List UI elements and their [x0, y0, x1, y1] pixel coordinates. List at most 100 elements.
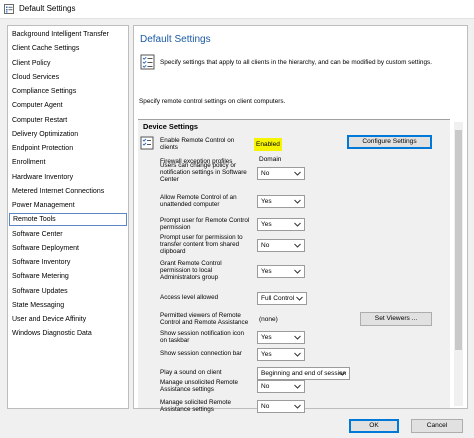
sidebar-item[interactable]: Software Inventory [9, 256, 127, 269]
permitted-label-line: Control and Remote Assistance [160, 319, 249, 326]
section-description: Specify remote control settings on clien… [139, 98, 286, 105]
dropdown-value: No [261, 383, 270, 390]
setting-label-line: on taskbar [160, 336, 190, 344]
setting-dropdown[interactable]: Beginning and end of session [257, 367, 350, 380]
setting-label: Show session notification icon on taskbar [160, 330, 244, 344]
page-title: Default Settings [140, 34, 211, 45]
setting-label: Grant Remote Control permission to local A… [160, 260, 222, 281]
setting-label-line: clipboard [160, 248, 186, 255]
sidebar-item[interactable]: Software Deployment [9, 242, 127, 255]
sidebar-item[interactable]: Software Center [9, 228, 127, 241]
setting-dropdown[interactable]: No [257, 400, 305, 413]
setting-label-line: Prompt user for Remote Control [160, 216, 250, 224]
setting-label: Prompt user for permission to transfer co… [160, 234, 243, 255]
dropdown-value: Yes [261, 198, 272, 205]
setting-label: Manage solicited Remote Assistance settin… [160, 399, 231, 413]
configure-settings-button[interactable]: Configure Settings [347, 135, 432, 149]
setting-label-line: Show session connection bar [160, 350, 242, 357]
setting-dropdown[interactable]: No [257, 167, 305, 180]
dropdown-value: Yes [261, 268, 272, 275]
setting-label-line: Allow Remote Control of an [160, 193, 237, 201]
sidebar-item[interactable]: User and Device Affinity [9, 313, 127, 326]
sidebar-item[interactable]: Remote Tools [9, 213, 127, 227]
sidebar-item[interactable]: Computer Restart [9, 114, 127, 127]
sidebar-item[interactable]: Delivery Optimization [9, 128, 127, 141]
setting-dropdown[interactable]: Yes [257, 331, 305, 344]
sidebar-item[interactable]: Client Policy [9, 57, 127, 70]
setting-label: Manage unsolicited Remote Assistance sett… [160, 379, 238, 393]
setting-label-line: Play a sound on client [160, 369, 222, 376]
sidebar-item[interactable]: Endpoint Protection [9, 142, 127, 155]
permitted-viewers-label: Permitted viewers of Remote Control and … [160, 312, 248, 326]
sidebar-item[interactable]: Hardware Inventory [9, 171, 127, 184]
sidebar-item[interactable]: Background Intelligent Transfer [9, 28, 127, 41]
setting-label-line: Center [160, 176, 179, 183]
chevron-down-icon [294, 352, 301, 357]
setting-label-line: notification settings in Software [160, 169, 247, 176]
setting-label: Access level allowed [160, 294, 218, 301]
chevron-down-icon [296, 296, 303, 301]
sidebar-item[interactable]: Client Cache Settings [9, 42, 127, 55]
setting-dropdown[interactable]: Yes [257, 265, 305, 278]
chevron-down-icon [294, 269, 301, 274]
setting-label-line: Show session notification icon [160, 329, 245, 337]
permitted-viewers-value: (none) [259, 316, 278, 323]
group-header: Device Settings [143, 122, 199, 131]
setting-label-line: transfer content from shared [160, 241, 240, 248]
scrollbar-thumb[interactable] [455, 130, 462, 350]
sidebar-item[interactable]: State Messaging [9, 299, 127, 312]
dropdown-value: No [261, 403, 270, 410]
setting-label-line: Grant Remote Control [160, 260, 222, 267]
setting-label-line: Manage solicited Remote [160, 398, 232, 406]
set-viewers-button[interactable]: Set Viewers ... [360, 312, 432, 326]
dropdown-value: Beginning and end of session [261, 370, 347, 377]
permitted-label-line: Permitted viewers of Remote [160, 312, 241, 319]
setting-label: Prompt user for Remote Control permission [160, 217, 249, 231]
setting-dropdown[interactable]: Yes [257, 218, 305, 231]
dropdown-value: Yes [261, 351, 272, 358]
chevron-down-icon [294, 171, 301, 176]
setting-label-line: Manage unsolicited Remote [160, 378, 239, 386]
setting-label-line: Access level allowed [160, 294, 219, 301]
cancel-button[interactable]: Cancel [411, 419, 463, 433]
setting-label-line: Assistance settings [160, 385, 214, 393]
setting-label: Play a sound on client [160, 369, 222, 376]
page-description: Specify settings that apply to all clien… [160, 59, 432, 66]
setting-dropdown[interactable]: No [257, 380, 305, 393]
remote-control-icon [140, 136, 154, 150]
dropdown-value: Yes [261, 221, 272, 228]
window-title: Default Settings [19, 4, 76, 13]
setting-dropdown[interactable]: Yes [257, 348, 305, 361]
setting-label-line: Prompt user for permission to [160, 234, 243, 241]
sidebar-item[interactable]: Enrollment [9, 156, 127, 169]
sidebar-item[interactable]: Software Metering [9, 270, 127, 283]
sidebar-item[interactable]: Power Management [9, 199, 127, 212]
sidebar-item[interactable]: Software Updates [9, 285, 127, 298]
content-scrollbar[interactable] [454, 122, 463, 406]
chevron-down-icon [294, 384, 301, 389]
chevron-down-icon [294, 199, 301, 204]
settings-window-icon [4, 4, 14, 14]
sidebar-item[interactable]: Computer Agent [9, 99, 127, 112]
settings-category-list[interactable]: Background Intelligent Transfer Client Ca… [7, 25, 129, 409]
dropdown-value: No [261, 170, 270, 177]
chevron-down-icon [294, 404, 301, 409]
setting-dropdown[interactable]: No [257, 239, 305, 252]
ok-button[interactable]: OK [349, 419, 399, 433]
chevron-down-icon [294, 335, 301, 340]
checklist-icon [140, 54, 155, 70]
sidebar-item[interactable]: Windows Diagnostic Data [9, 327, 127, 340]
sidebar-item[interactable]: Metered Internet Connections [9, 185, 127, 198]
setting-label-line: Administrators group [160, 274, 219, 281]
firewall-value: Domain [259, 156, 282, 163]
sidebar-item[interactable]: Cloud Services [9, 71, 127, 84]
chevron-down-icon [294, 222, 301, 227]
setting-dropdown[interactable]: Yes [257, 195, 305, 208]
dropdown-value: No [261, 242, 270, 249]
setting-label: Show session connection bar [160, 350, 242, 357]
sidebar-item[interactable]: Compliance Settings [9, 85, 127, 98]
enable-label-line: clients [160, 144, 178, 151]
setting-label: Allow Remote Control of an unattended com… [160, 194, 237, 208]
setting-dropdown[interactable]: Full Control [257, 292, 307, 305]
setting-label-line: Users can change policy or [160, 162, 236, 169]
